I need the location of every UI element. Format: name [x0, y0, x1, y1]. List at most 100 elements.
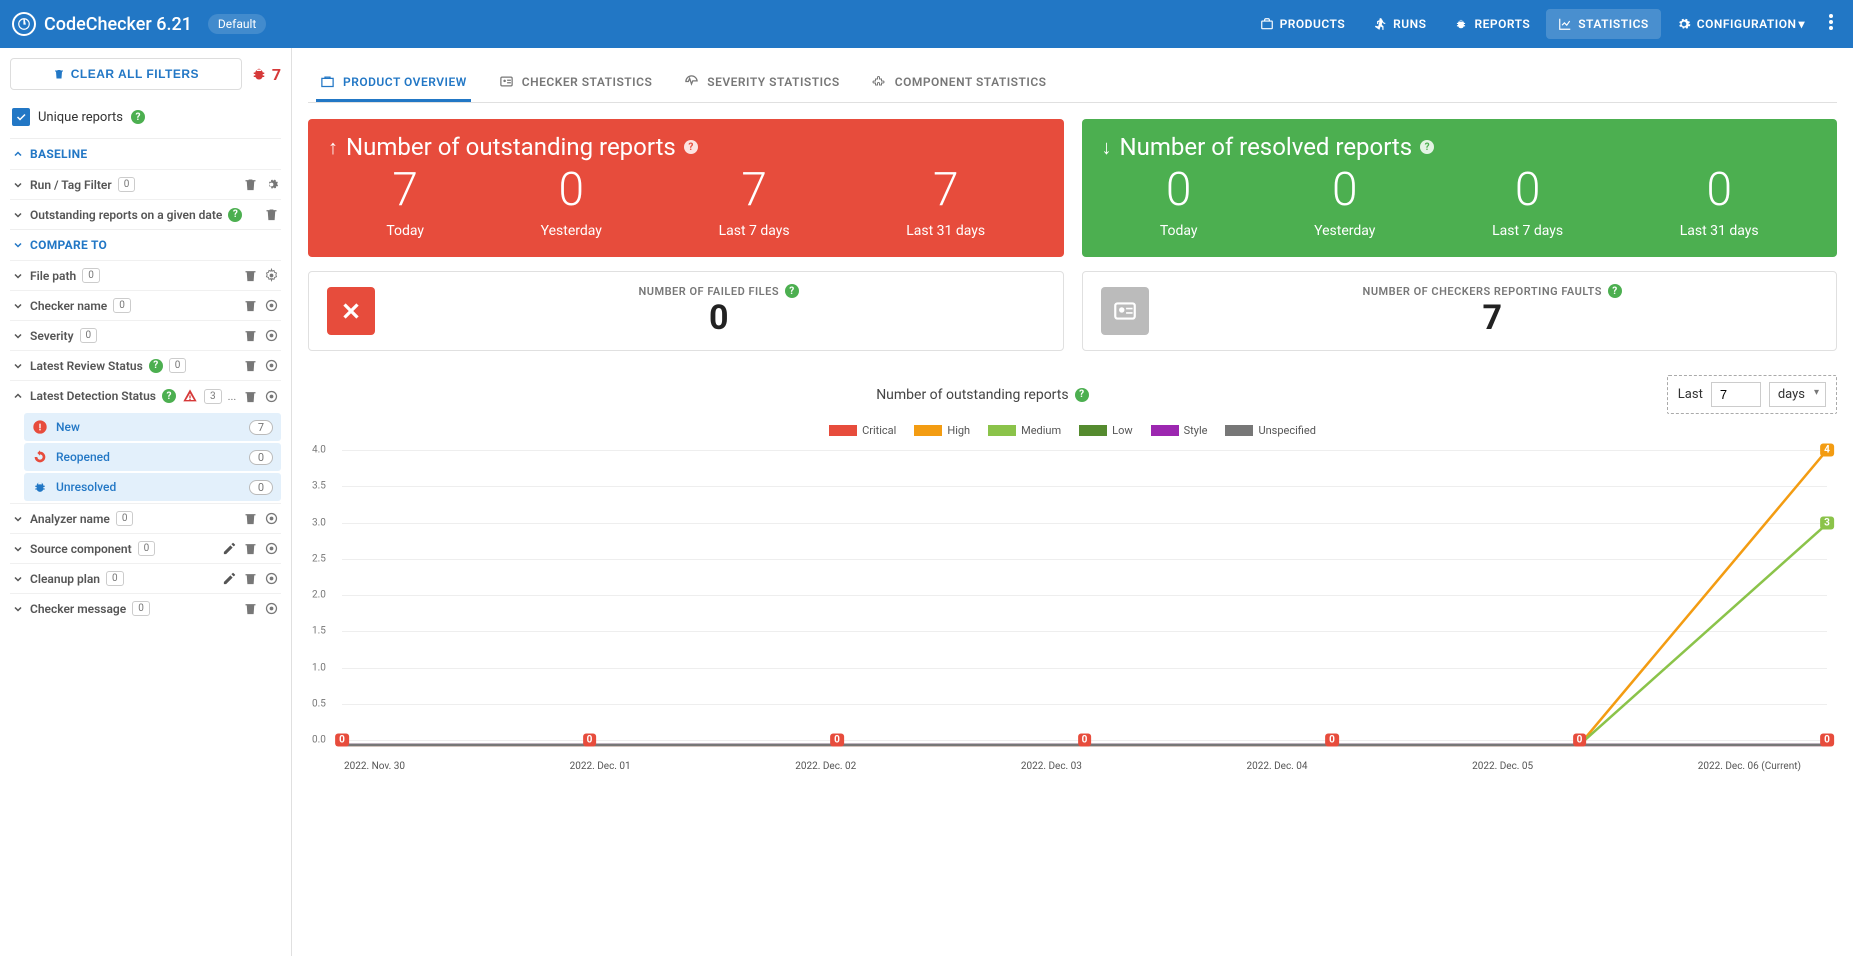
app-title: CodeChecker 6.21 [44, 14, 192, 35]
help-icon[interactable]: ? [684, 140, 698, 154]
nav-statistics[interactable]: STATISTICS [1546, 9, 1661, 39]
filter-source-component[interactable]: Source component 0 [10, 533, 281, 563]
filter-latest-detection[interactable]: Latest Detection Status ? 3 ... [10, 380, 281, 411]
pencil-icon[interactable] [222, 541, 237, 556]
filter-checker-name[interactable]: Checker name 0 [10, 290, 281, 320]
trash-icon[interactable] [243, 298, 258, 313]
main-content: PRODUCT OVERVIEW CHECKER STATISTICS SEVE… [292, 48, 1853, 956]
puzzle-icon [872, 74, 887, 89]
gear-icon[interactable] [264, 601, 279, 616]
trash-icon[interactable] [243, 389, 258, 404]
chevron-up-icon [12, 390, 24, 402]
checkbox-checked-icon[interactable] [12, 108, 30, 126]
gear-icon[interactable] [264, 389, 279, 404]
chart-range-selector: Last days [1667, 375, 1837, 414]
chevron-down-icon [12, 360, 24, 372]
gear-icon[interactable] [264, 541, 279, 556]
gear-icon[interactable] [264, 358, 279, 373]
help-icon[interactable]: ? [162, 389, 176, 403]
section-baseline[interactable]: BASELINE [10, 138, 281, 169]
briefcase-icon [1260, 17, 1274, 31]
help-icon[interactable]: ? [1420, 140, 1434, 154]
chevron-down-icon [12, 209, 24, 221]
logo-group[interactable]: CodeChecker 6.21 Default [12, 12, 266, 36]
filter-severity[interactable]: Severity 0 [10, 320, 281, 350]
tab-product-overview[interactable]: PRODUCT OVERVIEW [316, 64, 471, 102]
legend-unspecified[interactable]: Unspecified [1225, 424, 1315, 437]
legend-medium[interactable]: Medium [988, 424, 1061, 437]
tab-checker-statistics[interactable]: CHECKER STATISTICS [495, 64, 656, 102]
gear-icon[interactable] [264, 511, 279, 526]
gear-icon [1677, 17, 1691, 31]
card-resolved-reports: ↓ Number of resolved reports ? 0Today 0Y… [1082, 119, 1838, 257]
chart-x-axis: 2022. Nov. 302022. Dec. 012022. Dec. 022… [344, 761, 1801, 772]
briefcase-icon [320, 74, 335, 89]
trash-icon[interactable] [243, 511, 258, 526]
help-icon[interactable]: ? [1608, 284, 1622, 298]
stats-tabs: PRODUCT OVERVIEW CHECKER STATISTICS SEVE… [308, 64, 1837, 103]
gauge-icon [684, 74, 699, 89]
gear-icon[interactable] [264, 571, 279, 586]
filter-cleanup-plan[interactable]: Cleanup plan 0 [10, 563, 281, 593]
help-icon[interactable]: ? [785, 284, 799, 298]
range-value-input[interactable] [1711, 382, 1761, 407]
gear-icon[interactable] [264, 177, 279, 192]
status-reopened[interactable]: Reopened 0 [24, 443, 281, 471]
trash-icon[interactable] [243, 601, 258, 616]
filter-run-tag[interactable]: Run / Tag Filter 0 [10, 169, 281, 199]
filter-latest-review[interactable]: Latest Review Status ? 0 [10, 350, 281, 380]
status-new[interactable]: New 7 [24, 413, 281, 441]
badge-icon [499, 74, 514, 89]
card-failed-files: NUMBER OF FAILED FILES? 0 [308, 271, 1064, 351]
gear-icon[interactable] [264, 328, 279, 343]
bug-icon [250, 65, 268, 83]
trash-icon[interactable] [243, 541, 258, 556]
help-icon[interactable]: ? [131, 110, 145, 124]
gear-icon[interactable] [264, 298, 279, 313]
trash-icon[interactable] [243, 358, 258, 373]
app-header: CodeChecker 6.21 Default PRODUCTS RUNS R… [0, 0, 1853, 48]
chart-title: Number of outstanding reports ? [308, 387, 1657, 403]
trash-icon[interactable] [243, 328, 258, 343]
pencil-icon[interactable] [222, 571, 237, 586]
filter-outstanding-date[interactable]: Outstanding reports on a given date ? [10, 199, 281, 229]
section-compare-to[interactable]: COMPARE TO [10, 229, 281, 260]
status-unresolved[interactable]: Unresolved 0 [24, 473, 281, 501]
help-icon[interactable]: ? [149, 359, 163, 373]
reopen-icon [32, 449, 48, 465]
filter-checker-message[interactable]: Checker message 0 [10, 593, 281, 623]
legend-critical[interactable]: Critical [829, 424, 896, 437]
chevron-down-icon [12, 270, 24, 282]
filter-analyzer-name[interactable]: Analyzer name 0 [10, 503, 281, 533]
filter-file-path[interactable]: File path 0 [10, 260, 281, 290]
chart-canvas: 0.00.51.01.52.02.53.03.54.0000000043 [342, 445, 1827, 755]
clear-all-filters-button[interactable]: CLEAR ALL FILTERS [10, 58, 242, 90]
legend-low[interactable]: Low [1079, 424, 1132, 437]
nav-products[interactable]: PRODUCTS [1248, 9, 1358, 39]
warning-icon [182, 388, 198, 404]
run-icon [1373, 17, 1387, 31]
chevron-down-icon [12, 179, 24, 191]
trash-icon[interactable] [264, 207, 279, 222]
chevron-down-icon [12, 603, 24, 615]
unique-reports-checkbox-row[interactable]: Unique reports ? [10, 102, 281, 132]
range-unit-select[interactable]: days [1769, 382, 1826, 407]
tab-severity-statistics[interactable]: SEVERITY STATISTICS [680, 64, 843, 102]
trash-icon[interactable] [243, 268, 258, 283]
trash-icon[interactable] [243, 571, 258, 586]
help-icon[interactable]: ? [1075, 388, 1089, 402]
tab-component-statistics[interactable]: COMPONENT STATISTICS [868, 64, 1051, 102]
nav-reports[interactable]: REPORTS [1442, 9, 1542, 39]
legend-high[interactable]: High [914, 424, 970, 437]
nav-configuration[interactable]: CONFIGURATION ▾ [1665, 9, 1817, 39]
product-chip[interactable]: Default [208, 14, 266, 34]
bug-icon [32, 479, 48, 495]
main-nav: PRODUCTS RUNS REPORTS STATISTICS CONFIGU… [1248, 6, 1841, 42]
menu-dots[interactable] [1821, 6, 1841, 42]
gear-icon[interactable] [264, 268, 279, 283]
legend-style[interactable]: Style [1151, 424, 1208, 437]
nav-runs[interactable]: RUNS [1361, 9, 1438, 39]
trash-icon[interactable] [243, 177, 258, 192]
help-icon[interactable]: ? [228, 208, 242, 222]
chevron-down-icon [12, 513, 24, 525]
